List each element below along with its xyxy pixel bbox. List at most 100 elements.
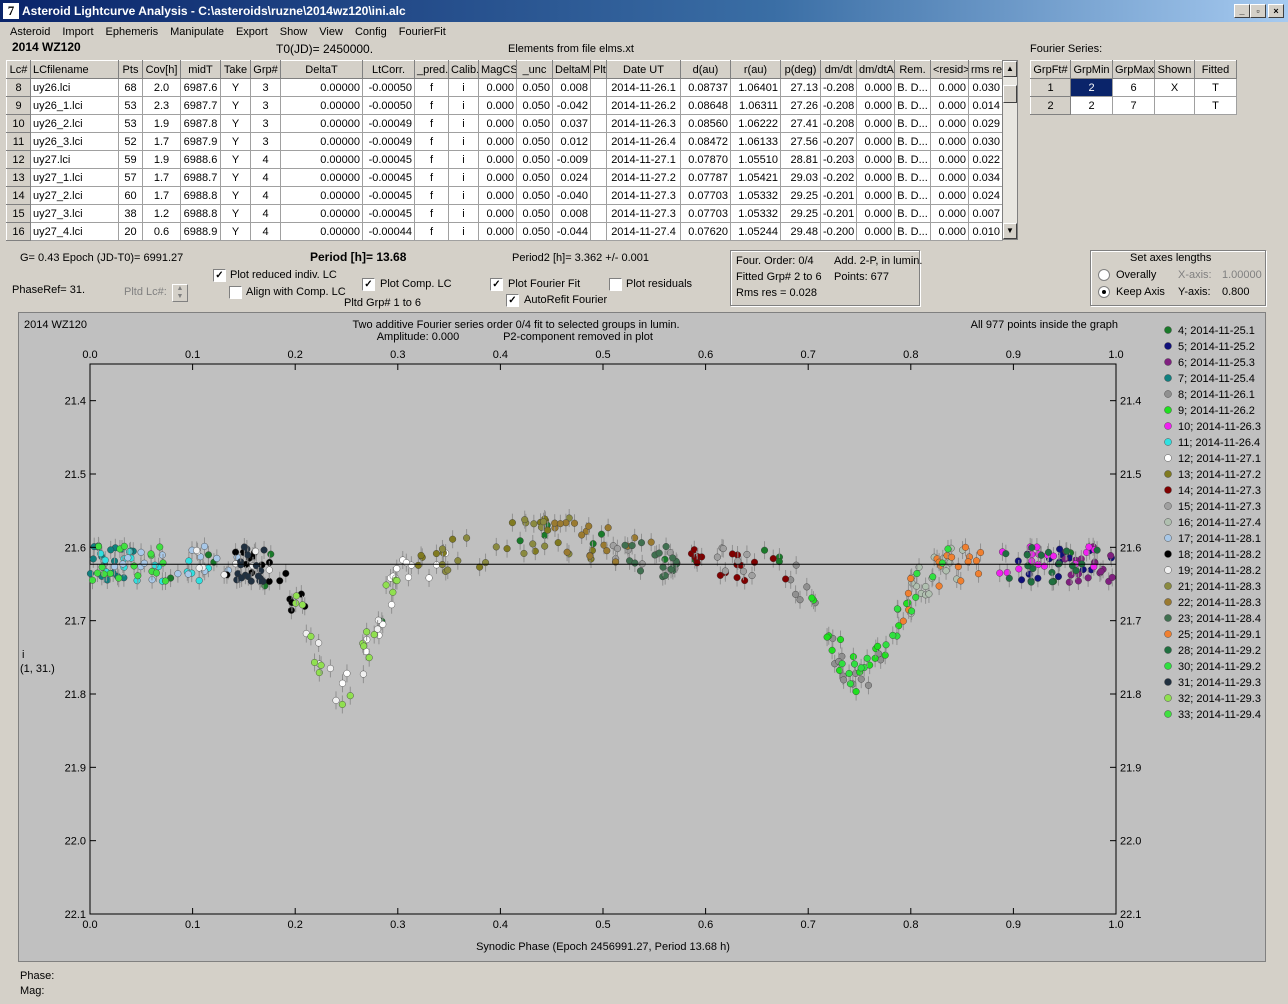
table-cell[interactable]: B. D... <box>894 168 931 187</box>
table-cell[interactable]: 1.05421 <box>730 168 781 187</box>
table-cell[interactable]: 1.05510 <box>730 150 781 169</box>
table-cell[interactable]: 0.000 <box>856 222 895 241</box>
table-cell[interactable]: i <box>448 150 479 169</box>
table-cell[interactable]: 16 <box>6 222 31 241</box>
table-cell[interactable]: i <box>448 114 479 133</box>
table-cell[interactable]: -0.009 <box>552 150 591 169</box>
table-cell[interactable]: f <box>414 150 449 169</box>
table-cell[interactable]: 3 <box>250 132 281 151</box>
table-cell[interactable]: Y <box>220 204 251 223</box>
window-title-bar[interactable]: Asteroid Lightcurve Analysis - C:\astero… <box>0 0 1288 22</box>
table-cell[interactable]: 0.050 <box>516 222 553 241</box>
table-cell[interactable]: Y <box>220 168 251 187</box>
table-cell[interactable]: f <box>414 222 449 241</box>
table-cell[interactable]: 0.000 <box>478 150 517 169</box>
table-cell[interactable]: 0.000 <box>478 78 517 97</box>
table-cell[interactable]: i <box>448 132 479 151</box>
column-header[interactable]: LCfilename <box>30 60 119 79</box>
table-cell[interactable]: 0.000 <box>478 168 517 187</box>
table-cell[interactable]: 0.000 <box>930 186 969 205</box>
table-cell[interactable]: 1.2 <box>142 204 181 223</box>
table-cell[interactable]: -0.00049 <box>362 132 415 151</box>
table-cell[interactable]: 0.007 <box>968 204 1003 223</box>
close-button[interactable]: × <box>1268 4 1284 18</box>
table-cell[interactable]: uy27.lci <box>30 150 119 169</box>
column-header[interactable]: Grp# <box>250 60 281 79</box>
table-cell[interactable]: Y <box>220 222 251 241</box>
table-cell[interactable]: 3 <box>250 114 281 133</box>
table-row[interactable]: 15 uy27_3.lci 38 1.2 6988.8 Y 4 0.00000 -0.00045… <box>6 204 1003 223</box>
fourier-cell[interactable]: T <box>1194 78 1237 97</box>
table-row[interactable]: 14 uy27_2.lci 60 1.7 6988.8 Y 4 0.00000 -0.00045… <box>6 186 1003 205</box>
table-cell[interactable]: 60 <box>118 186 143 205</box>
lightcurve-plot[interactable]: 0.00.00.10.10.20.20.30.30.40.40.50.50.60… <box>18 312 1266 962</box>
table-cell[interactable]: B. D... <box>894 132 931 151</box>
table-cell[interactable]: 29.25 <box>780 204 821 223</box>
table-cell[interactable]: -0.00050 <box>362 78 415 97</box>
table-cell[interactable]: 0.010 <box>968 222 1003 241</box>
table-cell[interactable] <box>590 132 607 151</box>
table-cell[interactable]: 0.008 <box>552 78 591 97</box>
menu-export[interactable]: Export <box>230 26 274 38</box>
table-cell[interactable]: 0.00000 <box>280 78 363 97</box>
plot-residuals-checkbox[interactable] <box>609 278 622 291</box>
table-cell[interactable]: 27.41 <box>780 114 821 133</box>
table-cell[interactable]: 0.029 <box>968 114 1003 133</box>
fourier-cell[interactable]: T <box>1194 96 1237 115</box>
autorefit-checkbox[interactable]: ✓ <box>506 294 519 307</box>
table-cell[interactable]: 2014-11-26.2 <box>606 96 681 115</box>
table-cell[interactable]: 0.08648 <box>680 96 731 115</box>
table-cell[interactable]: 1.06311 <box>730 96 781 115</box>
table-cell[interactable]: 0.030 <box>968 132 1003 151</box>
fourier-cell[interactable]: 2 <box>1030 96 1071 115</box>
table-cell[interactable]: 0.050 <box>516 186 553 205</box>
table-row[interactable]: 10 uy26_2.lci 53 1.9 6987.8 Y 3 0.00000 -0.00049… <box>6 114 1003 133</box>
column-header[interactable]: MagCS <box>478 60 517 79</box>
table-cell[interactable]: 1.7 <box>142 168 181 187</box>
table-row[interactable]: 9 uy26_1.lci 53 2.3 6987.7 Y 3 0.00000 -0.00050 f… <box>6 96 1003 115</box>
align-comp-checkbox[interactable] <box>229 286 242 299</box>
table-cell[interactable]: 0.000 <box>856 78 895 97</box>
column-header[interactable]: Lc# <box>6 60 31 79</box>
table-cell[interactable]: 0.000 <box>478 96 517 115</box>
pltd-lc-spinner[interactable]: ▲ ▼ <box>172 284 188 302</box>
table-cell[interactable]: i <box>448 96 479 115</box>
table-cell[interactable]: uy26_3.lci <box>30 132 119 151</box>
table-cell[interactable]: B. D... <box>894 222 931 241</box>
table-cell[interactable]: 10 <box>6 114 31 133</box>
column-header[interactable]: Shown <box>1154 60 1195 79</box>
column-header[interactable]: _pred. <box>414 60 449 79</box>
table-cell[interactable]: 57 <box>118 168 143 187</box>
table-cell[interactable]: 0.000 <box>930 168 969 187</box>
table-cell[interactable]: uy27_4.lci <box>30 222 119 241</box>
menu-view[interactable]: View <box>313 26 349 38</box>
fourier-cell[interactable]: 2 <box>1070 96 1113 115</box>
scroll-up-icon[interactable]: ▲ <box>1003 61 1017 77</box>
restore-button[interactable]: ▫ <box>1250 4 1266 18</box>
table-cell[interactable]: -0.208 <box>820 78 857 97</box>
table-cell[interactable]: 0.07870 <box>680 150 731 169</box>
table-cell[interactable]: 1.05332 <box>730 204 781 223</box>
table-cell[interactable]: 2014-11-26.3 <box>606 114 681 133</box>
table-cell[interactable]: B. D... <box>894 186 931 205</box>
table-cell[interactable]: 53 <box>118 96 143 115</box>
table-row[interactable]: 12 uy27.lci 59 1.9 6988.6 Y 4 0.00000 -0.00045 f i… <box>6 150 1003 169</box>
table-cell[interactable]: 27.26 <box>780 96 821 115</box>
table-cell[interactable]: f <box>414 78 449 97</box>
lightcurve-table[interactable]: Lc# LCfilename Pts Cov[h] midT Take Grp# DeltaT… <box>6 60 1003 241</box>
table-cell[interactable]: 0.000 <box>930 114 969 133</box>
plot-comp-checkbox[interactable]: ✓ <box>362 278 375 291</box>
table-cell[interactable]: 6987.8 <box>180 114 221 133</box>
menu-ephemeris[interactable]: Ephemeris <box>100 26 165 38</box>
table-cell[interactable]: 2.0 <box>142 78 181 97</box>
table-cell[interactable]: i <box>448 222 479 241</box>
table-cell[interactable]: 4 <box>250 186 281 205</box>
table-cell[interactable]: 0.050 <box>516 114 553 133</box>
column-header[interactable]: Plt <box>590 60 607 79</box>
table-cell[interactable]: 29.25 <box>780 186 821 205</box>
fourier-row[interactable]: 227T <box>1030 96 1237 115</box>
table-cell[interactable]: i <box>448 168 479 187</box>
table-cell[interactable]: Y <box>220 114 251 133</box>
table-cell[interactable]: 8 <box>6 78 31 97</box>
table-cell[interactable]: 0.000 <box>856 168 895 187</box>
